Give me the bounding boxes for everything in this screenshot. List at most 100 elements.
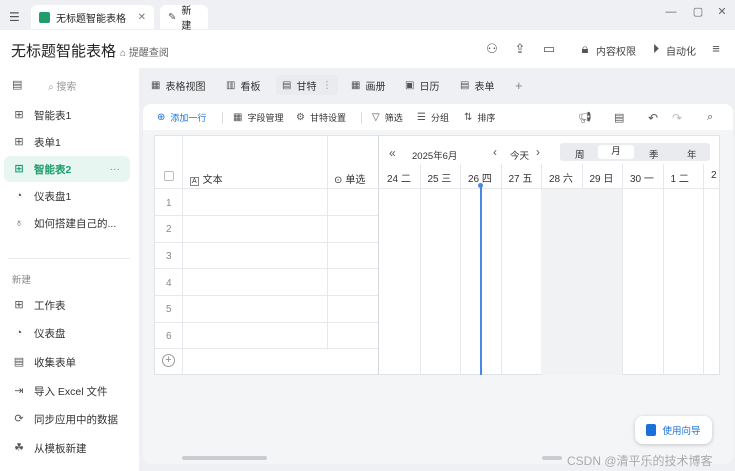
doc-icon[interactable]: ▤ xyxy=(614,111,624,124)
tab-label: 表格视图 xyxy=(165,81,206,93)
add-row-button[interactable]: ⊕ 添加一行 xyxy=(157,111,206,124)
automation-button[interactable]: 自动化 xyxy=(666,43,696,58)
new-item-label: 仪表盘 xyxy=(34,327,66,340)
sidebar-item-guide-doc[interactable]: ♁ 如何搭建自己的... xyxy=(4,210,130,236)
day-label: 29 日 xyxy=(589,174,614,185)
scale-year[interactable]: 年 xyxy=(687,147,697,161)
group-button[interactable]: ☰ 分组 xyxy=(417,111,449,124)
settings-icon: ⚙ xyxy=(296,112,305,123)
field-icon: ▦ xyxy=(233,112,243,123)
row-number: 1 xyxy=(166,198,172,209)
scale-month-label: 月 xyxy=(611,146,621,157)
search-input[interactable]: ⌕ 搜索 xyxy=(48,78,76,93)
column-header-select[interactable]: ⊙ 单选 xyxy=(334,171,365,186)
more-icon[interactable]: ··· xyxy=(110,163,121,175)
today-button[interactable]: 今天 xyxy=(510,148,529,162)
grid-icon: ⊞ xyxy=(14,109,24,121)
close-window-button[interactable]: ✕ xyxy=(712,4,732,20)
scale-quarter[interactable]: 季 xyxy=(649,147,659,161)
scale-week[interactable]: 周 xyxy=(575,147,585,161)
next-icon[interactable]: › xyxy=(536,145,540,159)
tab-new-label: 新建 xyxy=(181,6,192,32)
tab-gantt[interactable]: ▤ 甘特 ⋮ xyxy=(276,75,338,95)
add-record-button[interactable]: + xyxy=(162,354,175,367)
new-item-label: 收集表单 xyxy=(34,356,76,369)
add-user-icon[interactable]: ⚇ xyxy=(484,41,500,57)
announce-icon[interactable]: 📢︎ xyxy=(578,111,592,124)
new-section-label: 新建 xyxy=(12,275,32,286)
tab-table-view[interactable]: ▦ 表格视图 xyxy=(151,75,205,95)
scale-month[interactable]: 月 xyxy=(598,145,634,159)
right-scrollbar[interactable] xyxy=(542,456,562,460)
page-title[interactable]: 无标题智能表格 xyxy=(11,40,116,61)
automation-icon: ⏵ xyxy=(652,41,660,56)
month-label[interactable]: 2025年6月 xyxy=(412,148,457,162)
add-view-button[interactable]: + xyxy=(515,75,523,95)
sidebar-item-smart-table-1[interactable]: ⊞ 智能表1 xyxy=(4,102,130,128)
tab-gallery[interactable]: ▦ 画册 xyxy=(351,75,385,95)
tab-form[interactable]: ▤ 表单 xyxy=(460,75,494,95)
redo-icon[interactable]: ↷ xyxy=(672,111,682,125)
day-divider xyxy=(500,164,502,375)
day-label: 28 六 xyxy=(549,174,573,185)
day-label: 24 二 xyxy=(387,174,411,185)
permission-button[interactable]: 内容权限 xyxy=(596,43,636,58)
row-line xyxy=(155,348,378,349)
remark-button[interactable]: ⌂ 提醒查阅 xyxy=(120,44,169,59)
sidebar-toggle-icon[interactable]: ☰ xyxy=(9,10,20,24)
tab-more-icon[interactable]: ⋮ xyxy=(322,80,332,91)
template-new-button[interactable]: ☘ 从模板新建 xyxy=(4,435,130,461)
sidebar-item-dashboard-1[interactable]: ◔ 仪表盘1 xyxy=(4,183,130,209)
toolbar-divider xyxy=(222,112,223,124)
row-line xyxy=(155,295,378,296)
gantt-settings-button[interactable]: ⚙ 甘特设置 xyxy=(296,111,346,124)
maximize-button[interactable]: ▢ xyxy=(688,4,708,20)
undo-icon[interactable]: ↶ xyxy=(648,111,658,125)
remark-label: 提醒查阅 xyxy=(128,48,169,59)
gantt-icon: ▤ xyxy=(282,79,292,91)
new-dashboard-button[interactable]: ◔ 仪表盘 xyxy=(4,320,130,346)
tab-label: 画册 xyxy=(365,81,386,93)
sort-button[interactable]: ⇅ 排序 xyxy=(464,111,495,124)
filter-button[interactable]: ▽ 筛选 xyxy=(372,111,403,124)
prev-icon[interactable]: ‹ xyxy=(493,145,497,159)
new-form-button[interactable]: ▤ 收集表单 xyxy=(4,349,130,375)
share-icon[interactable]: ⇪ xyxy=(512,41,528,57)
close-icon[interactable]: ✕ xyxy=(138,12,146,23)
toolbar-search-icon[interactable]: ⌕ xyxy=(707,111,713,124)
guide-button[interactable]: 使用向导 xyxy=(635,416,712,444)
horizontal-scrollbar[interactable] xyxy=(182,456,267,460)
prev-month-icon[interactable]: « xyxy=(389,146,396,160)
tab-calendar[interactable]: ▣ 日历 xyxy=(405,75,439,95)
tab-kanban[interactable]: ▥ 看板 xyxy=(226,75,260,95)
column-header-text[interactable]: A 文本 xyxy=(190,171,223,186)
new-worksheet-button[interactable]: ⊞ 工作表 xyxy=(4,292,130,318)
row-line xyxy=(155,322,378,323)
import-excel-button[interactable]: ⇥ 导入 Excel 文件 xyxy=(4,378,130,404)
tab-document[interactable]: 无标题智能表格 ✕ xyxy=(31,5,154,29)
filter-icon: ▽ xyxy=(372,112,380,123)
form-icon: ▤ xyxy=(460,79,470,91)
day-divider xyxy=(703,164,704,375)
new-item-label: 导入 Excel 文件 xyxy=(34,385,108,398)
field-manage-label: 字段管理 xyxy=(247,113,284,123)
comment-icon[interactable]: ▭ xyxy=(541,41,557,57)
minimize-button[interactable]: — xyxy=(661,4,681,20)
tab-label: 表单 xyxy=(474,81,495,93)
table-icon: ▦ xyxy=(151,79,161,91)
collapse-sidebar-icon[interactable]: ▤ xyxy=(12,78,22,91)
menu-icon[interactable]: ≡ xyxy=(708,41,724,57)
day-label: 25 三 xyxy=(427,174,452,185)
day-label: 30 一 xyxy=(630,174,654,185)
field-manage-button[interactable]: ▦ 字段管理 xyxy=(233,111,283,124)
tab-new[interactable]: ✎ 新建 xyxy=(160,5,208,32)
kanban-icon: ▥ xyxy=(226,79,236,91)
select-all-checkbox[interactable] xyxy=(164,171,174,181)
import-icon: ⇥ xyxy=(14,385,24,397)
edit-icon: ✎ xyxy=(168,11,177,23)
grid-icon: ⊞ xyxy=(14,163,24,175)
tab-document-label: 无标题智能表格 xyxy=(56,13,126,25)
sync-data-button[interactable]: ⟳ 同步应用中的数据 xyxy=(4,406,130,432)
sidebar-item-form-1[interactable]: ⊞ 表单1 xyxy=(4,129,130,155)
sidebar-item-smart-table-2[interactable]: ⊞ 智能表2 ··· xyxy=(4,156,130,182)
